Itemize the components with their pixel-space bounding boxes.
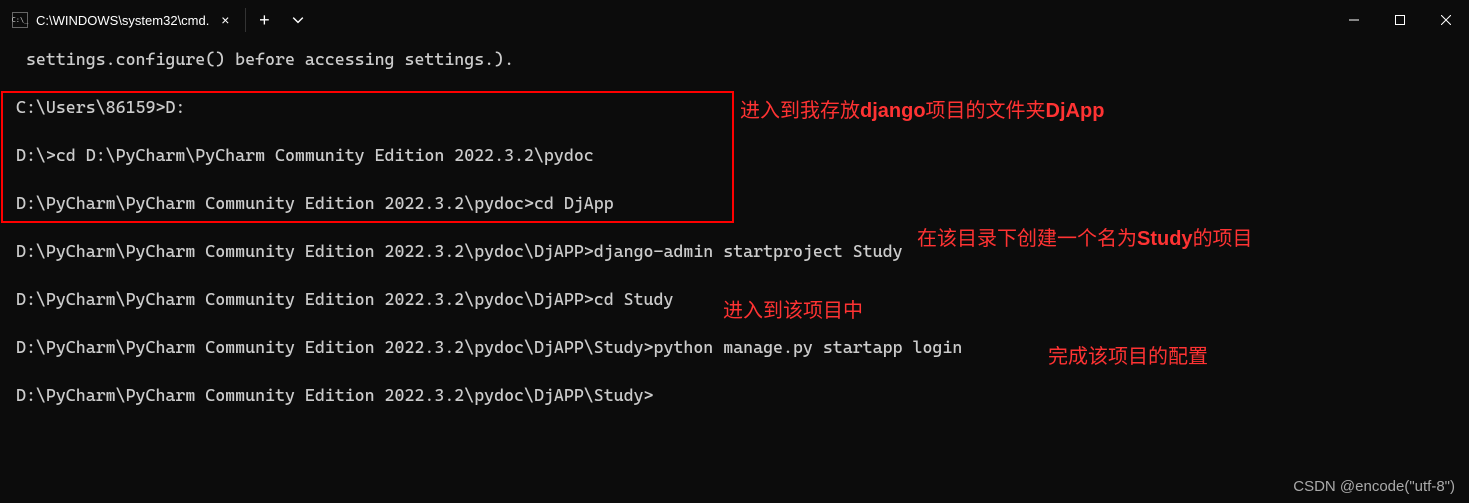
terminal-line: D:\>cd D:\PyCharm\PyCharm Community Edit… [16, 144, 1453, 168]
watermark-text: CSDN @encode("utf-8") [1293, 478, 1455, 495]
terminal-line [16, 360, 1453, 384]
annotation-text-3: 进入到该项目中 [723, 294, 863, 323]
window-titlebar: C:\WINDOWS\system32\cmd. × + [0, 0, 1469, 40]
maximize-button[interactable] [1377, 0, 1423, 40]
tab-title-text: C:\WINDOWS\system32\cmd. [36, 13, 209, 28]
terminal-line [16, 168, 1453, 192]
close-window-button[interactable] [1423, 0, 1469, 40]
annotation-text-4: 完成该项目的配置 [1048, 340, 1208, 369]
terminal-line: D:\PyCharm\PyCharm Community Edition 202… [16, 192, 1453, 216]
annotation-text-2: 在该目录下创建一个名为Study的项目 [917, 222, 1253, 251]
titlebar-drag-area[interactable] [314, 0, 1331, 40]
new-tab-button[interactable]: + [246, 0, 282, 40]
terminal-tab[interactable]: C:\WINDOWS\system32\cmd. × [0, 0, 245, 40]
terminal-line [16, 72, 1453, 96]
terminal-line: D:\PyCharm\PyCharm Community Edition 202… [16, 384, 1453, 408]
terminal-line [16, 264, 1453, 288]
tab-dropdown-button[interactable] [282, 0, 314, 40]
terminal-line: settings.configure() before accessing se… [16, 48, 1453, 72]
minimize-button[interactable] [1331, 0, 1377, 40]
tab-close-button[interactable]: × [217, 12, 233, 28]
terminal-line: C:\Users\86159>D: [16, 96, 1453, 120]
window-controls [1331, 0, 1469, 40]
terminal-line [16, 120, 1453, 144]
cmd-icon [12, 12, 28, 28]
annotation-text-1: 进入到我存放django项目的文件夹DjApp [740, 94, 1104, 123]
terminal-line: D:\PyCharm\PyCharm Community Edition 202… [16, 336, 1453, 360]
